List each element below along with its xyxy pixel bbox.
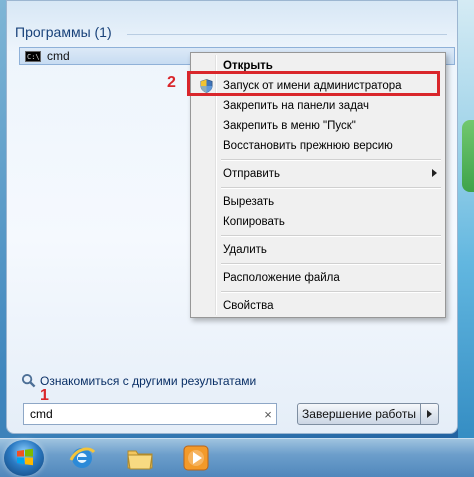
menu-separator [221, 159, 441, 161]
highlight-run-as-admin [187, 71, 440, 96]
see-more-results-label: Ознакомиться с другими результатами [40, 373, 257, 388]
step-1-label: 1 [40, 387, 49, 404]
programs-section-title: Программы (1) [15, 24, 112, 40]
folder-icon[interactable] [124, 442, 156, 474]
menu-item-pin-start[interactable]: Закрепить в меню "Пуск" [193, 115, 443, 137]
clear-search-icon[interactable]: × [260, 407, 276, 422]
search-box[interactable]: × [23, 403, 277, 425]
taskbar [0, 438, 474, 477]
shutdown-options-button[interactable] [421, 403, 439, 425]
shutdown-button[interactable]: Завершение работы [297, 403, 421, 425]
menu-item-delete[interactable]: Удалить [193, 239, 443, 261]
search-input[interactable] [24, 406, 260, 422]
menu-separator [221, 187, 441, 189]
menu-separator [221, 235, 441, 237]
menu-separator [221, 263, 441, 265]
see-more-results-link[interactable]: Ознакомиться с другими результатами [21, 373, 256, 388]
menu-item-restore-previous[interactable]: Восстановить прежнюю версию [193, 135, 443, 157]
menu-item-properties[interactable]: Свойства [193, 295, 443, 317]
cmd-icon: C:\ [25, 50, 41, 62]
magnifier-icon [21, 373, 36, 388]
menu-item-file-location[interactable]: Расположение файла [193, 267, 443, 289]
step-2-label: 2 [167, 74, 176, 91]
section-divider [127, 34, 447, 35]
shutdown-control: Завершение работы [297, 403, 439, 425]
desktop-decoration [462, 120, 474, 192]
menu-item-pin-taskbar[interactable]: Закрепить на панели задач [193, 95, 443, 117]
menu-item-copy[interactable]: Копировать [193, 211, 443, 233]
search-result-label: cmd [47, 49, 70, 63]
media-player-icon[interactable] [180, 442, 212, 474]
desktop-edge [458, 0, 474, 477]
internet-explorer-icon[interactable] [66, 442, 98, 474]
menu-item-send-to[interactable]: Отправить [193, 163, 443, 185]
windows-flag-icon [17, 448, 33, 466]
menu-item-cut[interactable]: Вырезать [193, 191, 443, 213]
submenu-arrow-icon [432, 169, 437, 177]
windows-start-orb[interactable] [4, 440, 44, 476]
menu-separator [221, 291, 441, 293]
